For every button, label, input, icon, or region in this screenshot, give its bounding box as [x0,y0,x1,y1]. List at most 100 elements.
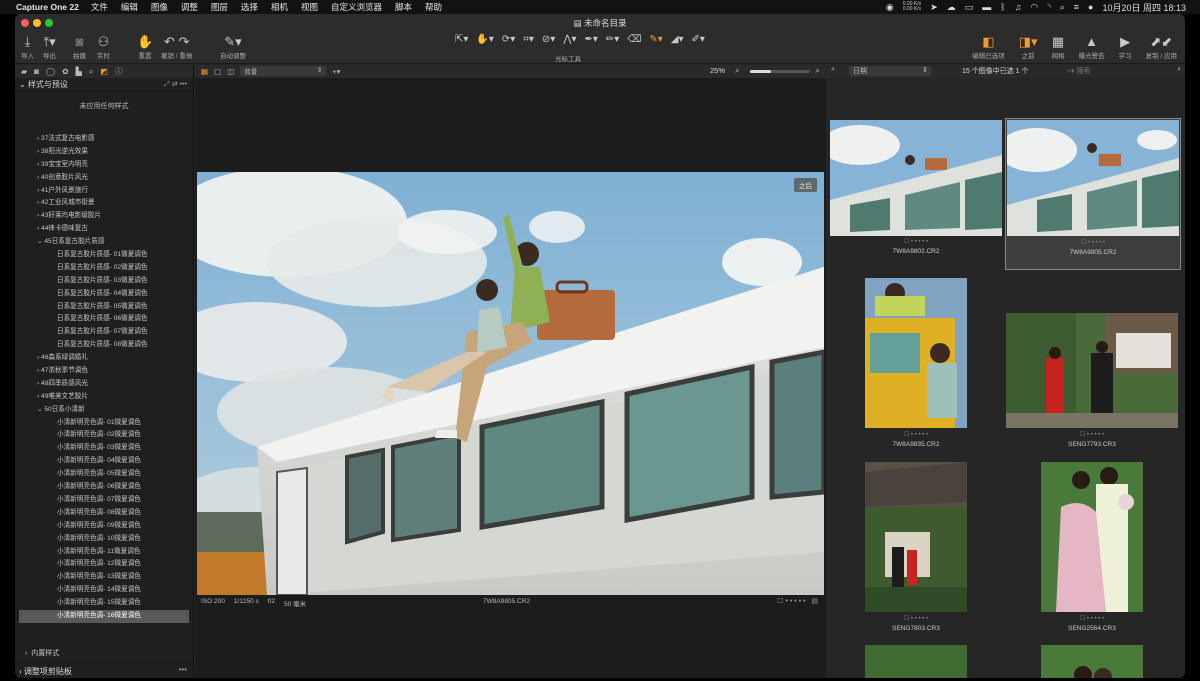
style-group[interactable]: › 43好莱坞电影级胶片 [15,210,193,223]
style-preset[interactable]: 小清新明亮色调- 08微夏调色 [15,507,193,520]
thumbnail-3[interactable]: ☐ • • • • • 7W8A9835.CR2 [865,278,967,468]
style-group[interactable]: › 48四季质感风光 [15,378,193,391]
rating-dots[interactable]: ☐ • • • • • [865,615,967,622]
menu-help[interactable]: 帮助 [425,1,442,13]
reset-button[interactable]: ✋ 重置 [137,34,153,60]
style-preset[interactable]: 日系复古胶片质感- 02微夏调色 [15,262,193,275]
menu-view[interactable]: 视图 [301,1,318,13]
sort-select[interactable]: 日期 ⇕ [849,66,931,76]
style-group[interactable]: ⌄ 50日系小清新 [15,404,193,417]
straighten-icon[interactable]: ⊘▾ [542,34,555,45]
menu-custom-browser[interactable]: 自定义浏览器 [331,1,382,13]
style-preset[interactable]: 小清新明亮色调- 03微夏调色 [15,442,193,455]
clock[interactable]: 10月20日 周四 18:13 [1102,1,1186,14]
style-preset[interactable]: 小清新明亮色调- 01微夏调色 [15,417,193,430]
keystone-icon[interactable]: ⋀▾ [563,34,576,45]
style-preset[interactable]: 日系复古胶片质感- 01微夏调色 [15,249,193,262]
style-group[interactable]: › 40创意胶片风光 [15,172,193,185]
style-group[interactable]: › 39宝宝室内明亮 [15,159,193,172]
rating-dots[interactable]: ☐ • • • • • [1041,615,1143,622]
rotate-icon[interactable]: ⟳▾ [502,34,515,45]
before-button[interactable]: ◨▾ 之前 [1019,34,1038,60]
builtin-styles-group[interactable]: › 内置样式 [25,648,59,658]
capture-button[interactable]: ◙ 拍摄 [73,34,86,60]
menu-edit[interactable]: 编辑 [121,1,138,13]
thumbnail-8[interactable] [1041,645,1143,678]
rating-dots[interactable]: ☐ • • • • • [865,431,967,438]
search-input[interactable]: ⌕▾ 搜索 [1067,66,1167,76]
bluetooth-icon[interactable]: ᛒ [1000,2,1005,12]
pan-hand-icon[interactable]: ✋▾ [476,34,493,45]
music-icon[interactable]: ♫ [1015,2,1022,12]
styles-tab-icon[interactable]: ◩ [100,67,108,76]
style-preset[interactable]: 小清新明亮色调- 10微夏调色 [15,533,193,546]
undo-redo-button[interactable]: ↶ ↷ 撤销 / 重做 [161,34,192,60]
style-preset[interactable]: 小清新明亮色调- 16微夏调色 [19,609,189,623]
menu-select[interactable]: 选择 [241,1,258,13]
color-tab-icon[interactable]: ✿ [62,67,69,76]
rating-dots[interactable]: ☐ • • • • • [1006,431,1178,438]
learn-button[interactable]: ▶ 学习 [1119,34,1132,60]
style-preset[interactable]: 小清新明亮色调- 13微夏调色 [15,571,193,584]
style-preset[interactable]: 小清新明亮色调- 06微夏调色 [15,481,193,494]
erase-icon[interactable]: ⌫ [627,34,641,45]
zoom-value[interactable]: 25% [710,66,725,75]
menu-camera[interactable]: 相机 [271,1,288,13]
brush-icon[interactable]: ✏▾ [606,34,619,45]
single-view-icon[interactable]: ▢ [214,67,221,76]
thumbnail-4[interactable]: ☐ • • • • • SENG7793.CR3 [1006,313,1178,468]
thumbnail-1[interactable]: ☐ • • • • • 7W8A9802.CR2 [829,120,1003,270]
wifi-icon[interactable]: ◝ [1047,2,1051,13]
style-preset[interactable]: 小清新明亮色调- 02微夏调色 [15,429,193,442]
exposure-warning-button[interactable]: ▲ 曝光警告 [1079,34,1105,60]
pick-icon[interactable]: ✒▾ [585,34,598,45]
adjustments-clipboard-header[interactable]: › 调整项剪贴板 ••• [15,662,193,678]
thumbnail-2-selected[interactable]: ☐ • • • • • 7W8A9805.CR2 [1005,118,1181,270]
style-group[interactable]: › 47浓秋季节调色 [15,365,193,378]
zoom-slider[interactable] [750,70,810,73]
main-photo[interactable]: 之后 [197,172,824,595]
style-group[interactable]: › 37法式复古电影感 [15,133,193,146]
style-preset[interactable]: 小清新明亮色调- 14微夏调色 [15,584,193,597]
menu-file[interactable]: 文件 [91,1,108,13]
style-preset[interactable]: 小清新明亮色调- 15微夏调色 [15,597,193,610]
style-group[interactable]: ⌄ 45日系复古胶片质感 [15,236,193,249]
battery-icon[interactable]: ▬ [982,2,991,12]
annotate-icon[interactable]: ✐▾ [692,34,705,45]
rating-dots[interactable]: ☐ • • • • • [829,238,1003,245]
grid-view-icon[interactable]: ▦ [201,67,208,76]
siri-icon[interactable]: ● [1088,2,1093,12]
filter-icon[interactable]: ⌕ [831,66,835,74]
thumbnail-6[interactable]: ☐ • • • • • SENG2564.CR3 [1041,462,1143,632]
menu-image[interactable]: 图像 [151,1,168,13]
edit-selected-button[interactable]: ◧ 编辑已选项 [972,34,1005,60]
style-preset[interactable]: 日系复古胶片质感- 05微夏调色 [15,301,193,314]
crop-icon[interactable]: ⌗▾ [523,34,534,45]
display-icon[interactable]: ▭ [965,2,974,13]
more-icon[interactable]: ••• [179,665,187,674]
search-icon[interactable]: ⌕ [1177,66,1181,74]
menu-adjust[interactable]: 调整 [181,1,198,13]
headphones-icon[interactable]: ◠ [1030,2,1038,13]
lens-tab-icon[interactable]: ◯ [46,67,55,76]
layer-select[interactable]: 背景 ⇕ [240,66,327,76]
style-preset[interactable]: 日系复古胶片质感- 06微夏调色 [15,313,193,326]
header-controls[interactable]: ⤢ ⇄ ••• [164,80,187,89]
style-preset[interactable]: 日系复古胶片质感- 08微夏调色 [15,339,193,352]
detail-tab-icon[interactable]: ⌕ [89,67,93,77]
status-app-icon[interactable]: ◉ [886,2,894,13]
search-icon[interactable]: ⌕ [1060,2,1065,13]
style-group[interactable]: › 38阳光逆光效果 [15,146,193,159]
gradient-icon[interactable]: ◢▾ [671,34,684,45]
style-preset[interactable]: 小清新明亮色调- 11微夏调色 [15,546,193,559]
style-group[interactable]: › 41户外风景旅行 [15,185,193,198]
paperplane-icon[interactable]: ➤ [930,2,938,13]
style-preset[interactable]: 小清新明亮色调- 04微夏调色 [15,455,193,468]
menu-layer[interactable]: 图层 [211,1,228,13]
zoom-icon[interactable]: ⌕ [735,66,739,76]
auto-adjust-button[interactable]: ✎▾ 自动调整 [220,34,246,60]
thumbnail-5[interactable]: ☐ • • • • • SENG7803.CR3 [865,462,967,632]
menu-script[interactable]: 脚本 [395,1,412,13]
library-tab-icon[interactable]: ▰ [21,67,27,76]
select-cursor-icon[interactable]: ⇱▾ [455,34,468,45]
